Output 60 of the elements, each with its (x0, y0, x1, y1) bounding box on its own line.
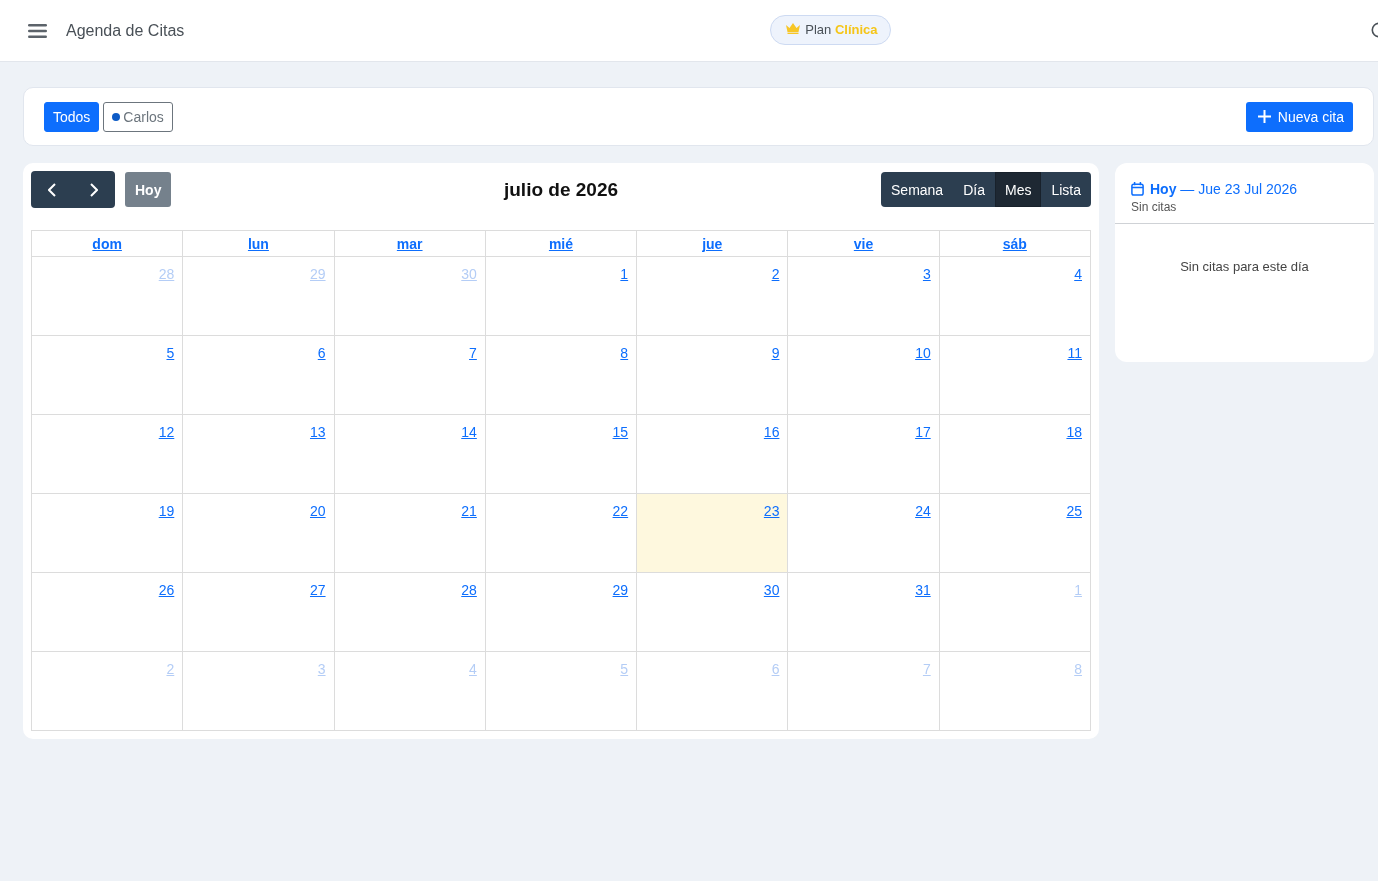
panel-heading: Hoy — Jue 23 Jul 2026 (1150, 181, 1298, 197)
day-number-link[interactable]: 2 (771, 266, 780, 283)
day-number-link[interactable]: 3 (922, 266, 931, 283)
view-tab[interactable]: Mes (994, 172, 1042, 207)
crown-icon (786, 22, 801, 34)
day-number-link[interactable]: 26 (158, 582, 175, 599)
view-tab[interactable]: Día (953, 172, 995, 207)
day-number-link[interactable]: 5 (166, 345, 175, 362)
day-number-link[interactable]: 7 (469, 345, 477, 362)
view-tab[interactable]: Semana (881, 172, 954, 207)
day-number-link[interactable]: 21 (461, 503, 477, 520)
day-number-link[interactable]: 10 (915, 345, 931, 362)
weekday-link[interactable]: jue (702, 235, 723, 252)
plan-label: Plan Clínica (805, 22, 878, 37)
day-number-link[interactable]: 13 (310, 424, 326, 441)
day-number-link[interactable]: 17 (915, 424, 931, 441)
day-number-link[interactable]: 1 (620, 266, 629, 283)
weekday-link[interactable]: mié (548, 235, 574, 252)
day-number-link[interactable]: 15 (612, 424, 629, 441)
day-number-link[interactable]: 30 (763, 582, 780, 599)
weekday-link[interactable]: lun (247, 235, 269, 252)
ring-icon[interactable] (1371, 21, 1378, 38)
day-number-link[interactable]: 20 (310, 503, 326, 520)
menu-icon[interactable] (28, 23, 47, 38)
day-number-link[interactable]: 25 (1066, 503, 1082, 520)
next-button[interactable] (73, 171, 115, 208)
empty-message: Sin citas para este día (1180, 259, 1309, 274)
app-title: Agenda de Citas (66, 21, 185, 40)
day-number-link[interactable]: 19 (158, 503, 175, 520)
day-number-link[interactable]: 6 (317, 345, 326, 362)
day-number-link[interactable]: 22 (612, 503, 629, 520)
calendar-title: julio de 2026 (503, 178, 618, 201)
weekday-link[interactable]: sáb (1002, 235, 1027, 252)
day-number-link[interactable]: 14 (461, 424, 477, 441)
day-number-link[interactable]: 31 (915, 582, 931, 599)
day-number-link[interactable]: 9 (771, 345, 780, 362)
view-tab[interactable]: Lista (1041, 172, 1091, 207)
weekday-link[interactable]: dom (92, 235, 122, 252)
day-number-link[interactable]: 28 (461, 582, 477, 599)
chevron-left-icon (48, 182, 56, 197)
person-filter-button[interactable]: Todos (44, 101, 100, 132)
day-number-link[interactable]: 24 (915, 503, 931, 520)
plus-icon (1257, 110, 1271, 123)
calendar-icon (1131, 182, 1144, 196)
day-number-link[interactable]: 18 (1066, 424, 1082, 441)
day-number-link[interactable]: 29 (612, 582, 629, 599)
new-appointment-button[interactable]: Nueva cita (1245, 101, 1353, 132)
day-number-link[interactable]: 11 (1067, 345, 1082, 362)
day-number-link[interactable]: 8 (620, 345, 629, 362)
weekday-link[interactable]: mar (396, 235, 423, 252)
panel-subtitle: Sin citas (1131, 200, 1177, 214)
day-number-link[interactable]: 23 (763, 503, 780, 520)
day-number-link[interactable]: 16 (763, 424, 780, 441)
day-number-link[interactable]: 4 (1074, 266, 1082, 283)
person-filter-button[interactable]: Carlos (103, 101, 173, 132)
previous-button[interactable] (31, 171, 73, 208)
weekday-link[interactable]: vie (853, 235, 874, 252)
day-number-link[interactable]: 27 (310, 582, 326, 599)
day-number-link[interactable]: 12 (158, 424, 175, 441)
chevron-right-icon (90, 182, 98, 197)
